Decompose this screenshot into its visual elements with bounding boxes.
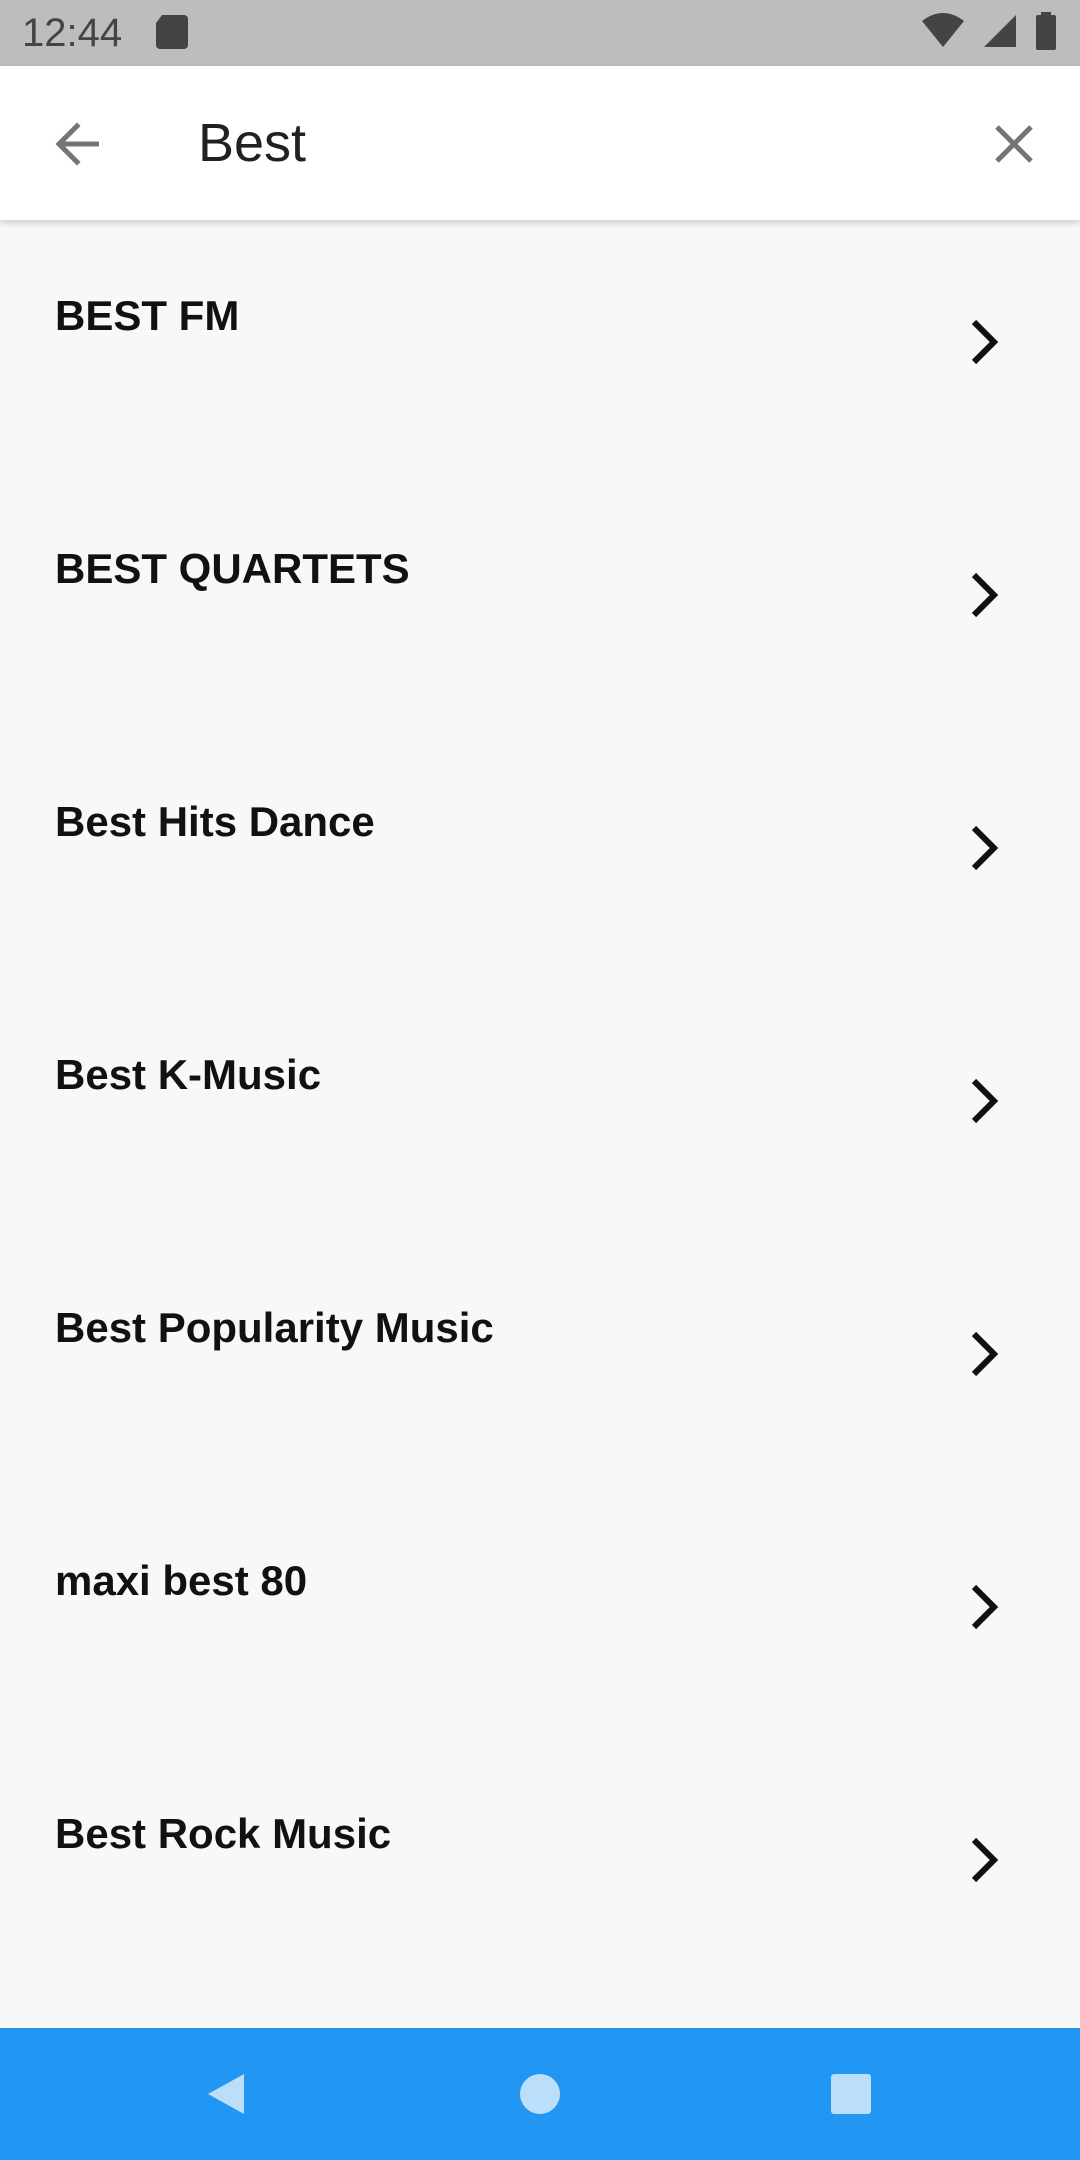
chevron-right-icon bbox=[971, 825, 999, 871]
chevron-right-icon bbox=[971, 1837, 999, 1883]
status-bar: 12:44 bbox=[0, 0, 1080, 66]
chevron-right-icon bbox=[971, 319, 999, 365]
system-nav-bar bbox=[0, 2028, 1080, 2160]
back-triangle-icon bbox=[208, 2074, 244, 2114]
search-app-bar bbox=[0, 66, 1080, 220]
chevron-right-icon bbox=[971, 572, 999, 618]
home-circle-icon bbox=[520, 2074, 560, 2114]
nav-recents-button[interactable] bbox=[821, 2064, 881, 2124]
nav-back-button[interactable] bbox=[196, 2064, 256, 2124]
list-item-title: BEST FM bbox=[55, 292, 240, 339]
list-item[interactable]: Best Hits Dance bbox=[0, 726, 1080, 979]
search-input[interactable] bbox=[198, 106, 958, 180]
close-icon bbox=[995, 125, 1033, 163]
list-item-title: Best Rock Music bbox=[55, 1810, 392, 1857]
list-item[interactable]: Best K-Music bbox=[0, 979, 1080, 1232]
battery-icon bbox=[1034, 11, 1058, 56]
search-results-list: BEST FM BEST QUARTETS Best Hits Dance Be… bbox=[0, 220, 1080, 2028]
chevron-right-icon bbox=[971, 1584, 999, 1630]
nav-home-button[interactable] bbox=[510, 2064, 570, 2124]
sd-card-icon bbox=[152, 11, 192, 56]
back-button[interactable] bbox=[48, 116, 108, 172]
signal-icon bbox=[980, 11, 1020, 56]
clear-search-button[interactable] bbox=[986, 116, 1042, 172]
list-item-title: Best Hits Dance bbox=[55, 798, 375, 845]
chevron-right-icon bbox=[971, 1078, 999, 1124]
list-item-title: BEST QUARTETS bbox=[55, 545, 410, 592]
list-item[interactable]: BEST FM bbox=[0, 220, 1080, 473]
list-item-title: maxi best 80 bbox=[55, 1557, 308, 1604]
list-item-title: Best Popularity Music bbox=[55, 1304, 494, 1351]
list-item[interactable]: maxi best 80 bbox=[0, 1485, 1080, 1738]
chevron-right-icon bbox=[971, 1331, 999, 1377]
status-time: 12:44 bbox=[22, 10, 123, 55]
list-item[interactable]: Best Popularity Music bbox=[0, 1232, 1080, 1485]
wifi-icon bbox=[920, 11, 966, 56]
list-item[interactable]: Best Rock Music bbox=[0, 1738, 1080, 1991]
list-item[interactable]: BEST QUARTETS bbox=[0, 473, 1080, 726]
arrow-back-icon bbox=[55, 122, 99, 166]
recents-square-icon bbox=[831, 2074, 871, 2114]
list-item-title: Best K-Music bbox=[55, 1051, 322, 1098]
